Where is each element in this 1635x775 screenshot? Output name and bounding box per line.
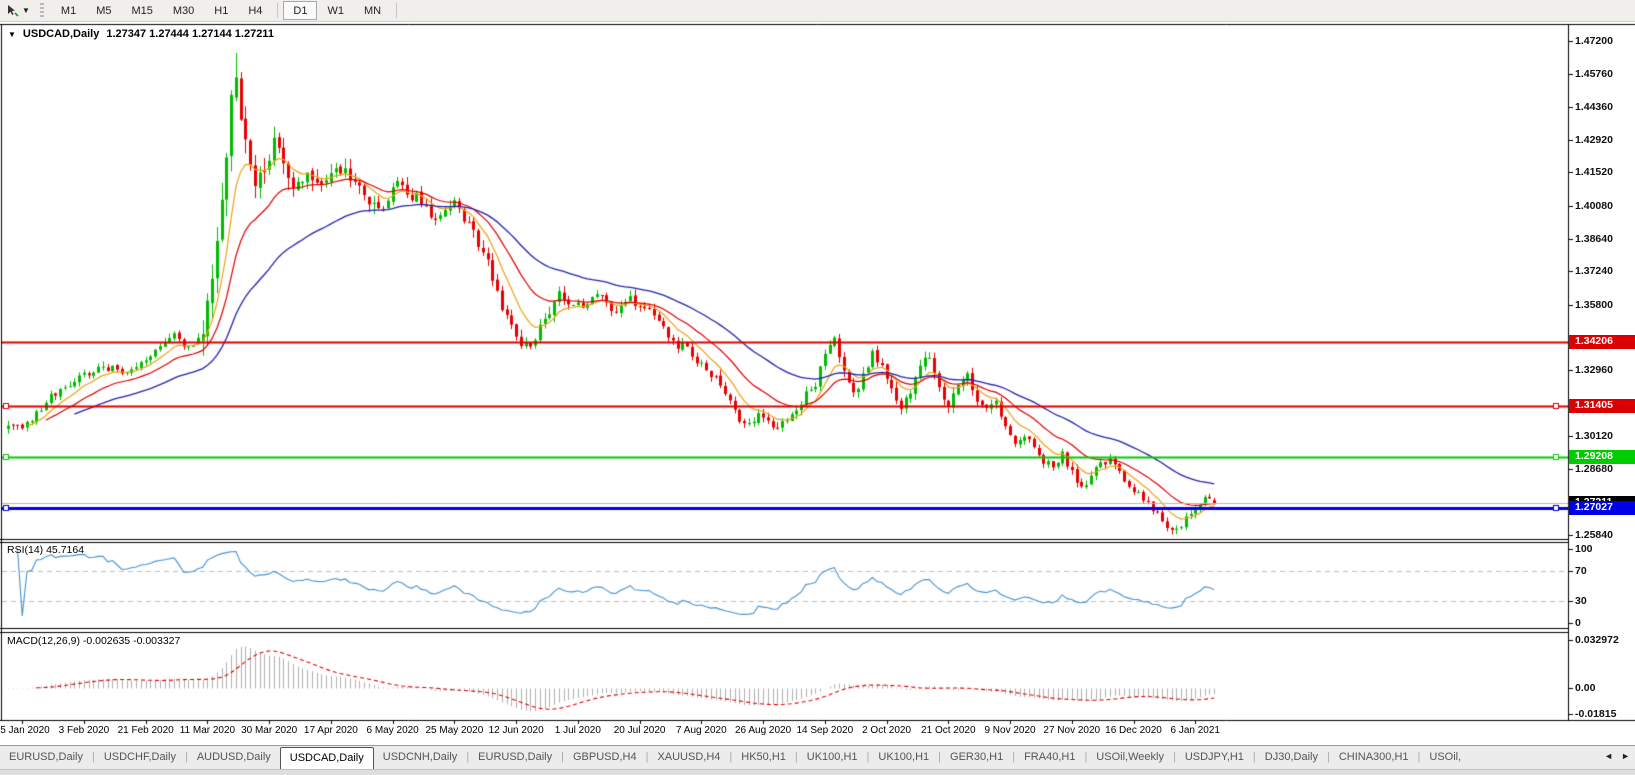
caret-down-icon: ▼ (22, 7, 30, 15)
price-axis-tick: 1.37240 (1575, 265, 1613, 277)
date-axis-label: 3 Feb 2020 (59, 725, 110, 736)
timeframe-button-mn[interactable]: MN (354, 1, 391, 20)
date-axis-label: 14 Sep 2020 (796, 725, 853, 736)
date-axis-label: 2 Oct 2020 (862, 725, 911, 736)
price-axis-tick: 1.30120 (1575, 430, 1613, 442)
date-axis-label: 17 Apr 2020 (304, 725, 358, 736)
symbol-tab-usoil-13[interactable]: USOil,Weekly (1087, 746, 1173, 769)
timeframe-button-d1[interactable]: D1 (283, 1, 317, 20)
symbol-tab-dj30-15[interactable]: DJ30,Daily (1256, 746, 1327, 769)
price-axis-tick: 1.41520 (1575, 166, 1613, 178)
timeframe-button-m30[interactable]: M30 (163, 1, 204, 20)
price-axis-tick: 1.32960 (1575, 364, 1613, 376)
date-axis-label: 27 Nov 2020 (1043, 725, 1100, 736)
symbol-tab-usdcnh-4[interactable]: USDCNH,Daily (374, 746, 467, 769)
symbol-tab-eurusd-5[interactable]: EURUSD,Daily (469, 746, 561, 769)
symbol-tab-audusd-2[interactable]: AUDUSD,Daily (188, 746, 280, 769)
chart-canvas[interactable] (0, 0, 1635, 775)
rsi-axis-tick: 100 (1575, 543, 1593, 555)
tab-scroll-arrows: ◄ ► (1604, 751, 1630, 761)
chart-title: ▼ USDCAD,Daily 1.27347 1.27444 1.27144 1… (8, 28, 274, 40)
symbol-tab-uk100-10[interactable]: UK100,H1 (869, 746, 938, 769)
price-axis-tick: 1.28680 (1575, 463, 1613, 475)
toolbar-separator (277, 3, 278, 18)
price-axis-tick: 1.40080 (1575, 200, 1613, 212)
chart-title-quote: 1.27347 1.27444 1.27144 1.27211 (106, 28, 274, 40)
symbol-tab-usdchf-1[interactable]: USDCHF,Daily (95, 746, 185, 769)
date-axis-label: 1 Jul 2020 (555, 725, 601, 736)
symbol-tab-hk50-8[interactable]: HK50,H1 (732, 746, 795, 769)
status-strip (0, 769, 1635, 775)
symbol-tab-china300-16[interactable]: CHINA300,H1 (1330, 746, 1418, 769)
price-axis-tick: 1.42920 (1575, 134, 1613, 146)
date-axis-label: 15 Jan 2020 (0, 725, 50, 736)
collapse-triangle-icon: ▼ (8, 30, 16, 39)
chart-title-symbol: USDCAD,Daily (23, 28, 99, 40)
date-axis-label: 30 Mar 2020 (241, 725, 297, 736)
date-axis-label: 7 Aug 2020 (676, 725, 727, 736)
date-axis-label: 21 Feb 2020 (118, 725, 174, 736)
tab-scroll-left-button[interactable]: ◄ (1604, 751, 1613, 761)
date-axis-label: 6 May 2020 (366, 725, 418, 736)
timeframe-button-m5[interactable]: M5 (86, 1, 121, 20)
hline-price-flag: 1.29208 (1569, 450, 1635, 464)
symbol-tab-usdcad-3[interactable]: USDCAD,Daily (280, 747, 374, 769)
date-axis-label: 21 Oct 2020 (921, 725, 975, 736)
rsi-axis-tick: 70 (1575, 565, 1587, 577)
price-axis-tick: 1.25840 (1575, 529, 1613, 541)
symbol-tab-bar: EURUSD,Daily|USDCHF,Daily|AUDUSD,DailyUS… (0, 745, 1635, 769)
symbol-tab-ger30-11[interactable]: GER30,H1 (941, 746, 1012, 769)
rsi-axis-tick: 30 (1575, 595, 1587, 607)
timeframe-button-h4[interactable]: H4 (238, 1, 272, 20)
macd-axis-tick: 0.032972 (1575, 634, 1619, 646)
symbol-tab-usdjpy-14[interactable]: USDJPY,H1 (1176, 746, 1253, 769)
price-axis-tick: 1.45760 (1575, 68, 1613, 80)
timeframe-button-group: M1M5M15M30H1H4 D1W1MN (51, 0, 402, 22)
hline-price-flag: 1.31405 (1569, 399, 1635, 413)
rsi-axis-tick: 0 (1575, 617, 1581, 629)
date-axis-label: 20 Jul 2020 (614, 725, 666, 736)
cursor-tool-icon (6, 4, 19, 17)
date-axis-label: 11 Mar 2020 (180, 725, 235, 736)
price-axis-tick: 1.35800 (1575, 299, 1613, 311)
macd-axis-tick: -0.01815 (1575, 708, 1616, 720)
date-axis-label: 26 Aug 2020 (735, 725, 791, 736)
cursor-tool-button[interactable]: ▼ (0, 1, 36, 21)
date-axis-label: 16 Dec 2020 (1105, 725, 1162, 736)
symbol-tab-fra40-12[interactable]: FRA40,H1 (1015, 746, 1084, 769)
symbol-tab-xauusd-7[interactable]: XAUUSD,H4 (648, 746, 729, 769)
toolbar-separator (396, 3, 397, 18)
toolbar: ▼ M1M5M15M30H1H4 D1W1MN (0, 0, 1635, 22)
date-axis-label: 6 Jan 2021 (1171, 725, 1221, 736)
date-axis-label: 12 Jun 2020 (489, 725, 544, 736)
date-axis-label: 25 May 2020 (425, 725, 483, 736)
price-axis-tick: 1.38640 (1575, 233, 1613, 245)
hline-price-flag: 1.34206 (1569, 335, 1635, 349)
symbol-tab-gbpusd-6[interactable]: GBPUSD,H4 (564, 746, 646, 769)
timeframe-button-h1[interactable]: H1 (204, 1, 238, 20)
timeframe-button-w1[interactable]: W1 (317, 1, 354, 20)
symbol-tab-eurusd-0[interactable]: EURUSD,Daily (0, 746, 92, 769)
timeframe-button-m1[interactable]: M1 (51, 1, 86, 20)
hline-price-flag: 1.27027 (1569, 501, 1635, 515)
date-axis-label: 9 Nov 2020 (984, 725, 1035, 736)
toolbar-grip[interactable] (40, 3, 44, 18)
tab-scroll-right-button[interactable]: ► (1621, 751, 1630, 761)
macd-axis-tick: 0.00 (1575, 682, 1595, 694)
timeframe-button-m15[interactable]: M15 (121, 1, 162, 20)
symbol-tab-usoil-17[interactable]: USOil, (1420, 746, 1470, 769)
rsi-label: RSI(14) 45.7164 (7, 544, 84, 556)
symbol-tab-uk100-9[interactable]: UK100,H1 (798, 746, 867, 769)
price-axis-tick: 1.47200 (1575, 35, 1613, 47)
macd-label: MACD(12,26,9) -0.002635 -0.003327 (7, 635, 180, 647)
price-axis-tick: 1.44360 (1575, 101, 1613, 113)
